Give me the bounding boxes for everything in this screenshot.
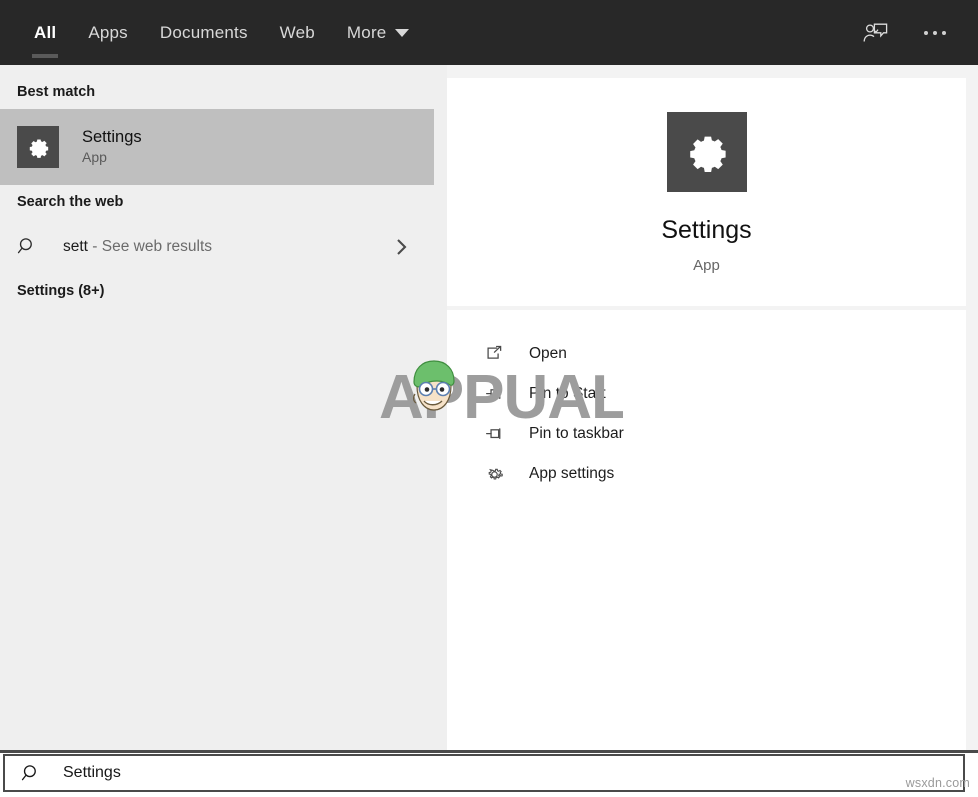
- app-preview-card: Settings App: [447, 78, 966, 306]
- settings-group-heading: Settings (8+): [0, 274, 447, 308]
- action-pin-to-start[interactable]: Pin to Start: [447, 374, 966, 414]
- gear-outline-icon: [484, 464, 510, 485]
- result-item-settings[interactable]: Settings App: [0, 109, 434, 185]
- tab-active-indicator: [32, 54, 58, 58]
- search-web-query: sett: [63, 238, 88, 255]
- search-web-result[interactable]: sett - See web results: [0, 219, 434, 274]
- result-item-subtitle: App: [82, 150, 142, 165]
- action-pin-to-start-label: Pin to Start: [529, 385, 606, 403]
- ellipsis-dots: [924, 31, 946, 35]
- action-app-settings[interactable]: App settings: [447, 454, 966, 494]
- tab-apps-label: Apps: [88, 23, 128, 43]
- search-body: Best match Settings App Search the web: [0, 65, 978, 750]
- ellipsis-icon[interactable]: [918, 16, 952, 50]
- pin-icon: [484, 384, 510, 404]
- gear-icon: [17, 126, 59, 168]
- best-match-heading: Best match: [0, 75, 447, 109]
- search-header: All Apps Documents Web More: [0, 0, 978, 65]
- taskbar-search-area: Settings wsxdn.com: [0, 750, 978, 797]
- taskbar-search-input[interactable]: Settings: [3, 754, 965, 792]
- tab-more-label: More: [347, 23, 387, 43]
- app-actions-card: Open Pin to Start: [447, 310, 966, 750]
- taskbar-top-edge: [0, 750, 978, 753]
- result-item-text: Settings App: [82, 128, 142, 166]
- preview-subtitle: App: [693, 258, 720, 273]
- tab-all-label: All: [34, 23, 56, 43]
- filter-tabs: All Apps Documents Web More: [0, 0, 425, 65]
- gear-icon: [667, 112, 747, 192]
- chevron-right-icon[interactable]: [395, 236, 410, 258]
- open-external-icon: [484, 344, 510, 364]
- search-web-suffix: - See web results: [88, 238, 212, 255]
- tab-apps[interactable]: Apps: [72, 0, 144, 65]
- results-list: Best match Settings App Search the web: [0, 65, 447, 750]
- preview-pane: Settings App Open: [447, 65, 978, 750]
- chevron-down-icon: [395, 29, 409, 37]
- action-pin-to-taskbar[interactable]: Pin to taskbar: [447, 414, 966, 454]
- feedback-person-icon[interactable]: [858, 16, 892, 50]
- screen-root: All Apps Documents Web More: [0, 0, 978, 797]
- search-icon: [17, 236, 47, 257]
- tab-more[interactable]: More: [331, 0, 426, 65]
- tab-documents-label: Documents: [160, 23, 248, 43]
- action-open-label: Open: [529, 345, 567, 363]
- taskbar-search-value: Settings: [63, 764, 121, 782]
- pin-icon: [484, 424, 510, 444]
- search-web-label: sett - See web results: [63, 238, 212, 256]
- header-actions: [858, 16, 978, 50]
- action-app-settings-label: App settings: [529, 465, 614, 483]
- search-web-heading: Search the web: [0, 185, 447, 219]
- search-icon: [21, 763, 47, 784]
- site-credit: wsxdn.com: [906, 776, 970, 790]
- tab-web-label: Web: [280, 23, 315, 43]
- preview-title: Settings: [661, 218, 751, 243]
- windows-search-flyout: All Apps Documents Web More: [0, 0, 978, 750]
- action-open[interactable]: Open: [447, 334, 966, 374]
- action-pin-to-taskbar-label: Pin to taskbar: [529, 425, 624, 443]
- tab-all[interactable]: All: [18, 0, 72, 65]
- tab-documents[interactable]: Documents: [144, 0, 264, 65]
- tab-web[interactable]: Web: [264, 0, 331, 65]
- result-item-title: Settings: [82, 128, 142, 146]
